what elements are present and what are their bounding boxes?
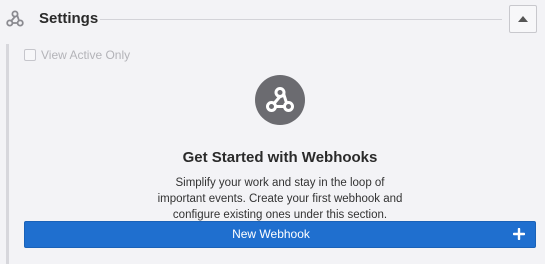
section-title: Settings — [39, 10, 99, 27]
new-webhook-button[interactable]: New Webhook — [24, 221, 536, 248]
view-active-only-label: View Active Only — [41, 48, 131, 62]
new-webhook-label: New Webhook — [232, 227, 310, 241]
empty-state-title: Get Started with Webhooks — [182, 149, 378, 166]
webhook-icon — [5, 9, 25, 29]
header-divider — [100, 19, 502, 20]
plus-icon — [512, 227, 526, 241]
settings-header: Settings — [0, 0, 545, 40]
webhooks-panel: Settings View Active Only Get Started wi… — [0, 0, 545, 264]
webhook-hero-icon — [255, 75, 305, 125]
checkbox-box[interactable] — [24, 49, 36, 61]
collapse-button[interactable] — [509, 5, 537, 33]
empty-state-description: Simplify your work and stay in the loop … — [157, 177, 403, 221]
triangle-up-icon — [517, 15, 529, 23]
view-active-only-checkbox[interactable]: View Active Only — [24, 47, 130, 63]
